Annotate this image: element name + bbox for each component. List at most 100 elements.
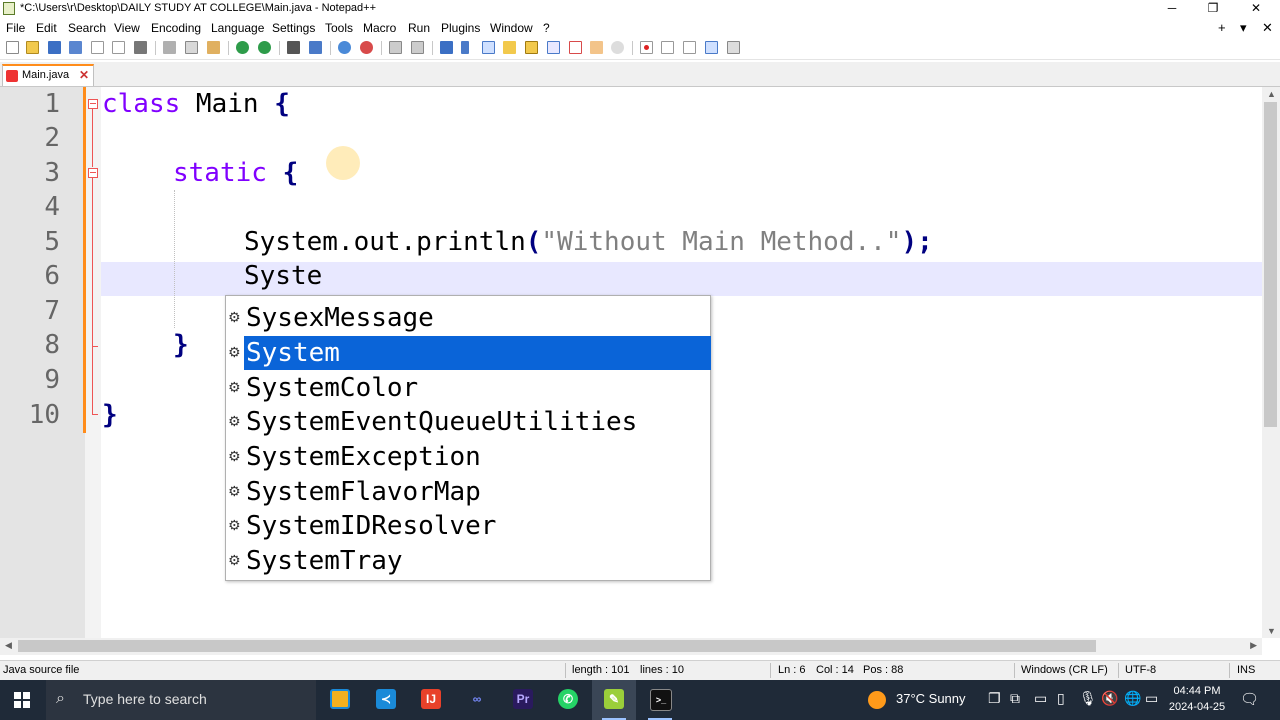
notepadpp-icon: ✎ [604, 689, 624, 709]
tab-close-icon[interactable]: ✕ [79, 68, 89, 82]
close-all-icon[interactable] [112, 41, 125, 54]
paste-icon[interactable] [207, 41, 220, 54]
zoom-out-icon[interactable] [360, 41, 373, 54]
word-wrap-icon[interactable] [440, 41, 453, 54]
sync-vertical-icon[interactable] [389, 41, 402, 54]
copy-icon[interactable]: ⧉ [1010, 691, 1020, 707]
close-document-button[interactable]: ✕ [1262, 20, 1273, 36]
autocomplete-item[interactable]: ⚙ SystemEventQueueUtilities [226, 405, 710, 439]
volume-muted-icon[interactable]: 🔇 [1101, 691, 1118, 707]
class-icon: ⚙ [228, 310, 241, 326]
autocomplete-item[interactable]: ⚙ SystemColor [226, 371, 710, 405]
tab-main-java[interactable]: Main.java ✕ [2, 64, 94, 86]
menu-language[interactable]: Language [211, 21, 264, 35]
taskbar-app-file-manager[interactable] [318, 680, 362, 720]
phone-icon[interactable]: ▯ [1057, 691, 1065, 707]
taskbar-app-notepadpp[interactable]: ✎ [592, 680, 636, 720]
microphone-icon[interactable]: 🎙 [1079, 691, 1097, 707]
scroll-left-icon[interactable]: ◀ [5, 640, 12, 651]
new-file-icon[interactable] [6, 41, 19, 54]
add-tab-button[interactable]: + [1218, 20, 1226, 35]
run-macro-multiple-icon[interactable] [705, 41, 718, 54]
save-all-icon[interactable] [69, 41, 82, 54]
menu-tools[interactable]: Tools [325, 21, 353, 35]
close-window-button[interactable]: ✕ [1236, 0, 1276, 18]
line-number: 6 [44, 261, 60, 291]
status-separator [565, 663, 566, 678]
vscode-icon: ≺ [376, 689, 396, 709]
record-macro-icon[interactable] [640, 41, 653, 54]
show-all-chars-icon[interactable] [461, 41, 469, 54]
redo-icon[interactable] [258, 41, 271, 54]
find-icon[interactable] [287, 41, 300, 54]
scroll-up-icon[interactable]: ▲ [1267, 89, 1276, 99]
autocomplete-item[interactable]: ⚙ SysexMessage [226, 301, 710, 335]
status-encoding: UTF-8 [1125, 664, 1157, 676]
doc-list-icon[interactable] [547, 41, 560, 54]
close-icon[interactable] [91, 41, 104, 54]
autocomplete-popup[interactable]: ⚙ SysexMessage ⚙ System ⚙ SystemColor ⚙ Syst… [225, 295, 711, 581]
code-line-5: System.out.println("Without Main Method.… [244, 225, 933, 259]
open-file-icon[interactable] [26, 41, 39, 54]
menu-edit[interactable]: Edit [36, 21, 57, 35]
fold-toggle-icon[interactable] [88, 168, 98, 178]
vertical-scroll-thumb[interactable] [1264, 102, 1277, 427]
menu-help[interactable]: ? [543, 21, 550, 35]
menu-file[interactable]: File [6, 21, 25, 35]
folder-workspace-icon[interactable] [590, 41, 603, 54]
scroll-right-icon[interactable]: ▶ [1250, 640, 1257, 651]
tab-list-dropdown[interactable]: ▾ [1240, 20, 1247, 36]
print-icon[interactable] [134, 41, 147, 54]
task-view-icon[interactable]: ❐ [988, 691, 1001, 707]
replace-icon[interactable] [309, 41, 322, 54]
taskbar-app-terminal[interactable]: >_ [638, 680, 682, 720]
scroll-down-icon[interactable]: ▼ [1267, 626, 1276, 636]
battery-icon[interactable]: ▭ [1145, 691, 1158, 707]
taskbar-app-premiere[interactable]: Pr [501, 680, 545, 720]
vertical-scrollbar[interactable]: ▲ ▼ [1262, 87, 1280, 638]
doc-map-icon[interactable] [525, 41, 538, 54]
menu-window[interactable]: Window [490, 21, 533, 35]
start-button[interactable] [0, 680, 45, 720]
taskbar-app-intellij[interactable]: IJ [409, 680, 453, 720]
horizontal-scroll-thumb[interactable] [18, 640, 1096, 652]
save-macro-icon[interactable] [727, 41, 740, 54]
menu-encoding[interactable]: Encoding [151, 21, 201, 35]
monitoring-icon[interactable] [611, 41, 624, 54]
autocomplete-item[interactable]: ⚙ SystemFlavorMap [226, 475, 710, 509]
network-globe-icon[interactable]: 🌐 [1124, 691, 1141, 707]
stop-macro-icon[interactable] [661, 41, 674, 54]
zoom-in-icon[interactable] [338, 41, 351, 54]
cut-icon[interactable] [163, 41, 176, 54]
fold-line-end [92, 414, 98, 415]
menu-plugins[interactable]: Plugins [441, 21, 480, 35]
menu-settings[interactable]: Settings [272, 21, 315, 35]
autocomplete-item-selected[interactable]: ⚙ System [226, 336, 711, 370]
menu-run[interactable]: Run [408, 21, 430, 35]
screen-icon[interactable]: ▭ [1034, 691, 1047, 707]
menu-search[interactable]: Search [68, 21, 106, 35]
function-list-icon[interactable] [569, 41, 582, 54]
sync-horizontal-icon[interactable] [411, 41, 424, 54]
taskbar-app-links[interactable]: ∞ [455, 680, 499, 720]
taskbar-app-vscode[interactable]: ≺ [364, 680, 408, 720]
copy-icon[interactable] [185, 41, 198, 54]
save-icon[interactable] [48, 41, 61, 54]
autocomplete-item[interactable]: ⚙ SystemTray [226, 544, 710, 578]
undo-icon[interactable] [236, 41, 249, 54]
indent-guide-icon[interactable] [482, 41, 495, 54]
play-macro-icon[interactable] [683, 41, 696, 54]
horizontal-scrollbar[interactable]: ◀ ▶ [0, 638, 1262, 655]
autocomplete-item[interactable]: ⚙ SystemException [226, 440, 710, 474]
minimize-button[interactable]: ─ [1152, 0, 1192, 18]
taskbar-search-box[interactable]: ⌕ Type here to search [46, 680, 316, 720]
restore-button[interactable]: ❐ [1193, 0, 1233, 18]
menu-macro[interactable]: Macro [363, 21, 396, 35]
udl-icon[interactable] [503, 41, 516, 54]
fold-toggle-icon[interactable] [88, 99, 98, 109]
taskbar-app-whatsapp[interactable]: ✆ [546, 680, 590, 720]
taskbar-clock[interactable]: 04:44 PM 2024-04-25 [1162, 683, 1232, 715]
autocomplete-item[interactable]: ⚙ SystemIDResolver [226, 509, 710, 543]
notification-icon[interactable]: 🗨 [1240, 690, 1259, 708]
menu-view[interactable]: View [114, 21, 140, 35]
